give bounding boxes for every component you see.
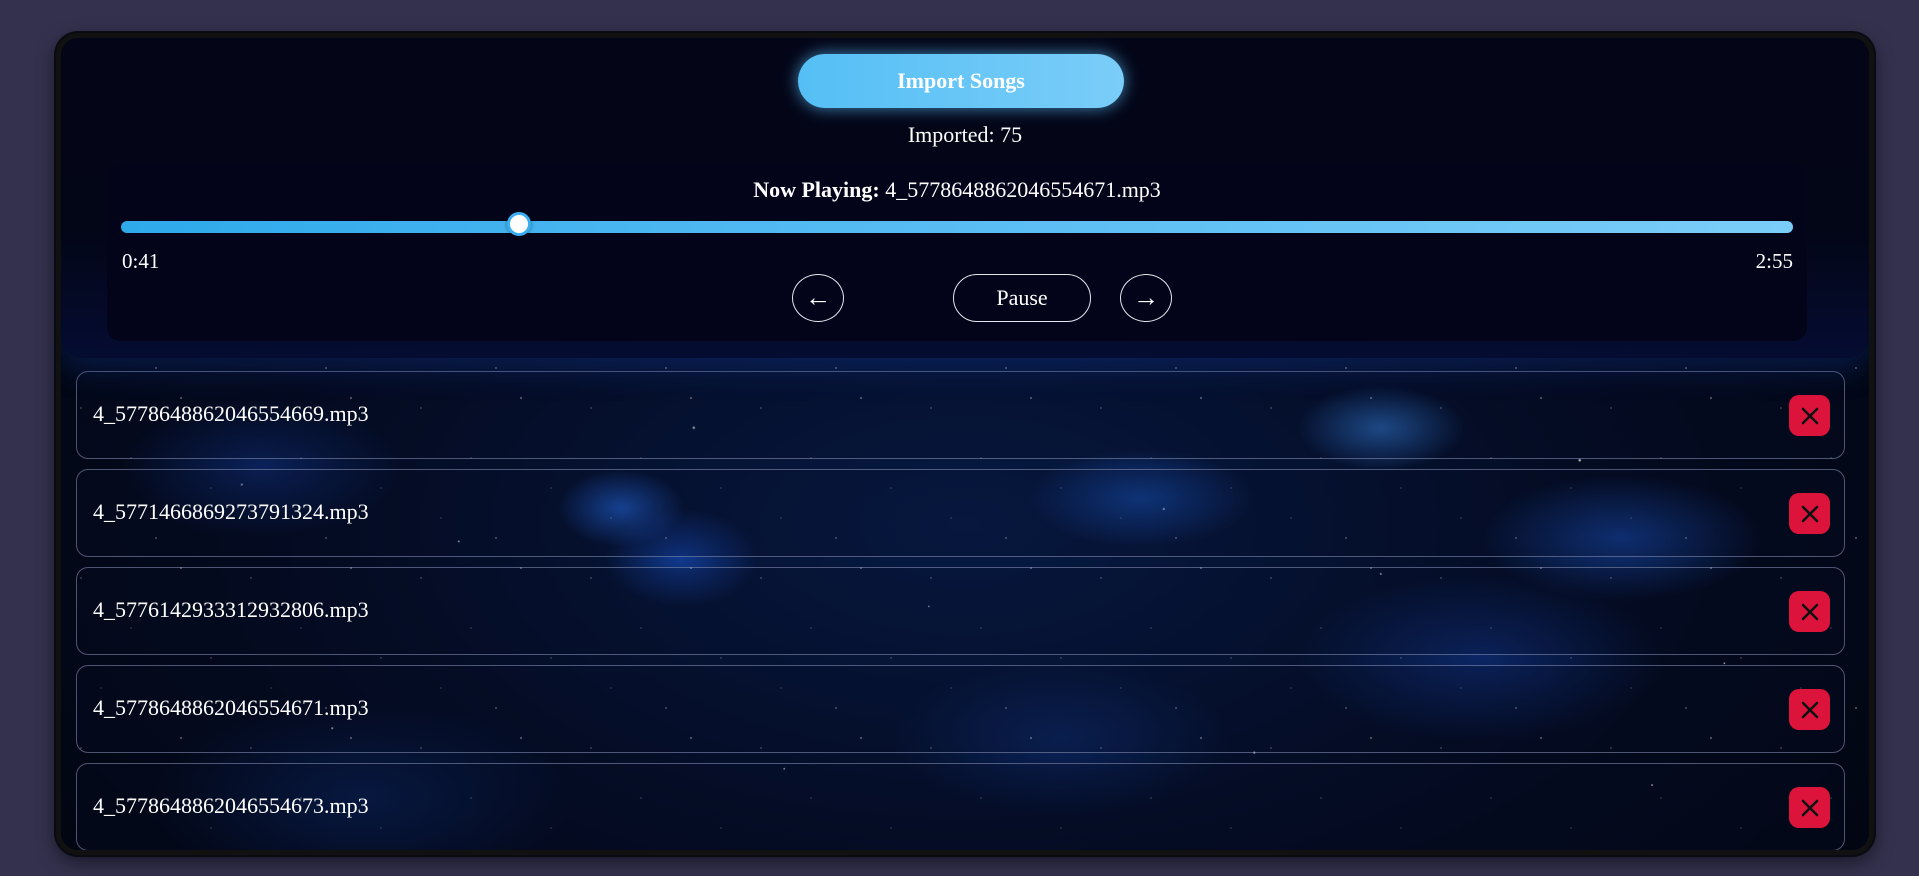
close-icon	[1801, 505, 1818, 522]
player-header: Import Songs Imported: 75 Now Playing: 4…	[61, 38, 1869, 358]
now-playing-label: Now Playing:	[753, 177, 880, 202]
now-playing-track: 4_5778648862046554671.mp3	[885, 177, 1161, 202]
song-name: 4_5771466869273791324.mp3	[93, 499, 369, 524]
delete-song-button[interactable]	[1789, 787, 1830, 828]
close-icon	[1801, 603, 1818, 620]
song-name: 4_5778648862046554669.mp3	[93, 401, 369, 426]
current-time: 0:41	[122, 249, 160, 273]
delete-song-button[interactable]	[1789, 493, 1830, 534]
song-row[interactable]: 4_5771466869273791324.mp3	[76, 469, 1845, 557]
progress-thumb[interactable]	[506, 212, 531, 236]
now-playing-line: Now Playing: 4_5778648862046554671.mp3	[107, 177, 1807, 203]
song-row[interactable]: 4_5776142933312932806.mp3	[76, 567, 1845, 655]
song-name: 4_5778648862046554671.mp3	[93, 695, 369, 720]
import-songs-button[interactable]: Import Songs	[798, 54, 1124, 108]
previous-track-button[interactable]: ←	[792, 274, 844, 322]
music-player-window: Import Songs Imported: 75 Now Playing: 4…	[56, 33, 1874, 855]
delete-song-button[interactable]	[1789, 689, 1830, 730]
close-icon	[1801, 799, 1818, 816]
imported-count: Imported: 75	[907, 122, 1023, 147]
pause-button[interactable]: Pause	[953, 274, 1091, 322]
close-icon	[1801, 407, 1818, 424]
close-icon	[1801, 701, 1818, 718]
duration-time: 2:55	[1755, 249, 1793, 273]
now-playing-panel: Now Playing: 4_5778648862046554671.mp3 0…	[107, 165, 1807, 341]
progress-slider[interactable]	[121, 212, 1793, 236]
song-name: 4_5778648862046554673.mp3	[93, 793, 369, 818]
delete-song-button[interactable]	[1789, 395, 1830, 436]
next-track-button[interactable]: →	[1120, 274, 1172, 322]
song-row[interactable]: 4_5778648862046554669.mp3	[76, 371, 1845, 459]
song-row[interactable]: 4_5778648862046554671.mp3	[76, 665, 1845, 753]
delete-song-button[interactable]	[1789, 591, 1830, 632]
song-row[interactable]: 4_5778648862046554673.mp3	[76, 763, 1845, 850]
song-name: 4_5776142933312932806.mp3	[93, 597, 369, 622]
song-list: 4_5778648862046554669.mp3 4_5771466869273…	[76, 371, 1845, 850]
